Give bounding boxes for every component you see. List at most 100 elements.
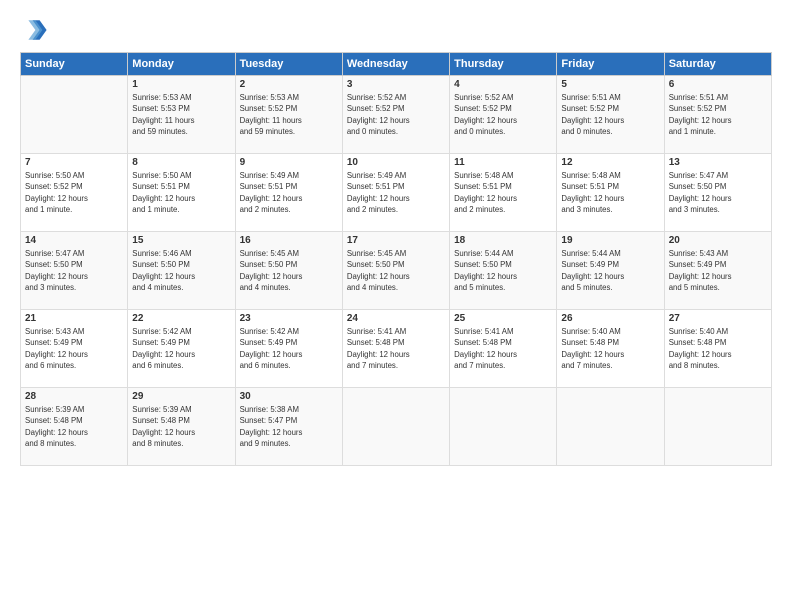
day-number: 10: [347, 157, 445, 168]
day-number: 26: [561, 313, 659, 324]
day-info: Sunrise: 5:43 AM Sunset: 5:49 PM Dayligh…: [669, 248, 767, 293]
day-info: Sunrise: 5:47 AM Sunset: 5:50 PM Dayligh…: [669, 170, 767, 215]
day-cell: 18Sunrise: 5:44 AM Sunset: 5:50 PM Dayli…: [450, 232, 557, 310]
day-cell: 27 Sunrise: 5:40 AM Sunset: 5:48 PM Dayli…: [664, 310, 771, 388]
day-number: 1: [132, 79, 230, 90]
day-cell: 7 Sunrise: 5:50 AM Sunset: 5:52 PM Daylig…: [21, 154, 128, 232]
day-info: Sunrise: 5:47 AM Sunset: 5:50 PM Dayligh…: [25, 248, 123, 293]
day-number: 2: [240, 79, 338, 90]
day-number: 14: [25, 235, 123, 246]
day-cell: 1 Sunrise: 5:53 AM Sunset: 5:53 PM Daylig…: [128, 76, 235, 154]
day-info: Sunrise: 5:44 AM Sunset: 5:50 PM Dayligh…: [454, 248, 552, 293]
day-info: Sunrise: 5:52 AM Sunset: 5:52 PM Dayligh…: [454, 92, 552, 137]
day-info: Sunrise: 5:46 AM Sunset: 5:50 PM Dayligh…: [132, 248, 230, 293]
day-info: Sunrise: 5:44 AM Sunset: 5:49 PM Dayligh…: [561, 248, 659, 293]
day-info: Sunrise: 5:39 AM Sunset: 5:48 PM Dayligh…: [25, 404, 123, 449]
day-cell: 26Sunrise: 5:40 AM Sunset: 5:48 PM Dayli…: [557, 310, 664, 388]
header-cell-saturday: Saturday: [664, 53, 771, 76]
day-info: Sunrise: 5:50 AM Sunset: 5:51 PM Dayligh…: [132, 170, 230, 215]
day-number: 21: [25, 313, 123, 324]
day-number: 29: [132, 391, 230, 402]
day-number: 12: [561, 157, 659, 168]
day-cell: 14 Sunrise: 5:47 AM Sunset: 5:50 PM Dayli…: [21, 232, 128, 310]
day-cell: [450, 388, 557, 466]
day-cell: 16 Sunrise: 5:45 AM Sunset: 5:50 PM Dayli…: [235, 232, 342, 310]
day-cell: 15 Sunrise: 5:46 AM Sunset: 5:50 PM Dayli…: [128, 232, 235, 310]
day-cell: 9Sunrise: 5:49 AM Sunset: 5:51 PM Daylig…: [235, 154, 342, 232]
day-cell: 6 Sunrise: 5:51 AM Sunset: 5:52 PM Daylig…: [664, 76, 771, 154]
header-cell-friday: Friday: [557, 53, 664, 76]
logo: [20, 16, 52, 44]
day-info: Sunrise: 5:53 AM Sunset: 5:52 PM Dayligh…: [240, 92, 338, 137]
header-cell-monday: Monday: [128, 53, 235, 76]
day-number: 9: [240, 157, 338, 168]
day-cell: 10 Sunrise: 5:49 AM Sunset: 5:51 PM Dayli…: [342, 154, 449, 232]
day-info: Sunrise: 5:49 AM Sunset: 5:51 PM Dayligh…: [347, 170, 445, 215]
week-row-1: 1 Sunrise: 5:53 AM Sunset: 5:53 PM Daylig…: [21, 76, 772, 154]
day-info: Sunrise: 5:51 AM Sunset: 5:52 PM Dayligh…: [669, 92, 767, 137]
day-number: 16: [240, 235, 338, 246]
day-number: 23: [240, 313, 338, 324]
day-cell: 23 Sunrise: 5:42 AM Sunset: 5:49 PM Dayli…: [235, 310, 342, 388]
day-info: Sunrise: 5:40 AM Sunset: 5:48 PM Dayligh…: [669, 326, 767, 371]
day-info: Sunrise: 5:42 AM Sunset: 5:49 PM Dayligh…: [240, 326, 338, 371]
week-row-2: 7 Sunrise: 5:50 AM Sunset: 5:52 PM Daylig…: [21, 154, 772, 232]
day-info: Sunrise: 5:45 AM Sunset: 5:50 PM Dayligh…: [240, 248, 338, 293]
day-cell: 5Sunrise: 5:51 AM Sunset: 5:52 PM Daylig…: [557, 76, 664, 154]
day-info: Sunrise: 5:42 AM Sunset: 5:49 PM Dayligh…: [132, 326, 230, 371]
day-cell: 21 Sunrise: 5:43 AM Sunset: 5:49 PM Dayli…: [21, 310, 128, 388]
day-info: Sunrise: 5:48 AM Sunset: 5:51 PM Dayligh…: [454, 170, 552, 215]
day-number: 19: [561, 235, 659, 246]
day-number: 20: [669, 235, 767, 246]
day-number: 13: [669, 157, 767, 168]
day-info: Sunrise: 5:45 AM Sunset: 5:50 PM Dayligh…: [347, 248, 445, 293]
day-number: 3: [347, 79, 445, 90]
day-cell: 17 Sunrise: 5:45 AM Sunset: 5:50 PM Dayli…: [342, 232, 449, 310]
day-info: Sunrise: 5:39 AM Sunset: 5:48 PM Dayligh…: [132, 404, 230, 449]
day-number: 27: [669, 313, 767, 324]
day-number: 11: [454, 157, 552, 168]
day-cell: 19 Sunrise: 5:44 AM Sunset: 5:49 PM Dayli…: [557, 232, 664, 310]
week-row-4: 21 Sunrise: 5:43 AM Sunset: 5:49 PM Dayli…: [21, 310, 772, 388]
week-row-3: 14 Sunrise: 5:47 AM Sunset: 5:50 PM Dayli…: [21, 232, 772, 310]
day-cell: 22 Sunrise: 5:42 AM Sunset: 5:49 PM Dayli…: [128, 310, 235, 388]
week-row-5: 28 Sunrise: 5:39 AM Sunset: 5:48 PM Dayli…: [21, 388, 772, 466]
day-cell: [342, 388, 449, 466]
header-cell-thursday: Thursday: [450, 53, 557, 76]
day-info: Sunrise: 5:52 AM Sunset: 5:52 PM Dayligh…: [347, 92, 445, 137]
day-info: Sunrise: 5:48 AM Sunset: 5:51 PM Dayligh…: [561, 170, 659, 215]
day-number: 30: [240, 391, 338, 402]
calendar-table: SundayMondayTuesdayWednesdayThursdayFrid…: [20, 52, 772, 466]
header-cell-tuesday: Tuesday: [235, 53, 342, 76]
day-cell: 25 Sunrise: 5:41 AM Sunset: 5:48 PM Dayli…: [450, 310, 557, 388]
day-number: 25: [454, 313, 552, 324]
day-cell: 11 Sunrise: 5:48 AM Sunset: 5:51 PM Dayli…: [450, 154, 557, 232]
logo-icon: [20, 16, 48, 44]
day-cell: [557, 388, 664, 466]
day-cell: 3 Sunrise: 5:52 AM Sunset: 5:52 PM Daylig…: [342, 76, 449, 154]
day-number: 17: [347, 235, 445, 246]
day-info: Sunrise: 5:41 AM Sunset: 5:48 PM Dayligh…: [347, 326, 445, 371]
day-number: 15: [132, 235, 230, 246]
day-cell: 8Sunrise: 5:50 AM Sunset: 5:51 PM Daylig…: [128, 154, 235, 232]
day-number: 28: [25, 391, 123, 402]
day-cell: 13 Sunrise: 5:47 AM Sunset: 5:50 PM Dayli…: [664, 154, 771, 232]
day-number: 6: [669, 79, 767, 90]
day-number: 22: [132, 313, 230, 324]
header-row: SundayMondayTuesdayWednesdayThursdayFrid…: [21, 53, 772, 76]
day-info: Sunrise: 5:41 AM Sunset: 5:48 PM Dayligh…: [454, 326, 552, 371]
day-info: Sunrise: 5:50 AM Sunset: 5:52 PM Dayligh…: [25, 170, 123, 215]
header-cell-sunday: Sunday: [21, 53, 128, 76]
day-cell: 2 Sunrise: 5:53 AM Sunset: 5:52 PM Daylig…: [235, 76, 342, 154]
day-number: 4: [454, 79, 552, 90]
header-cell-wednesday: Wednesday: [342, 53, 449, 76]
day-cell: [21, 76, 128, 154]
day-info: Sunrise: 5:43 AM Sunset: 5:49 PM Dayligh…: [25, 326, 123, 371]
day-info: Sunrise: 5:38 AM Sunset: 5:47 PM Dayligh…: [240, 404, 338, 449]
day-cell: 29 Sunrise: 5:39 AM Sunset: 5:48 PM Dayli…: [128, 388, 235, 466]
day-number: 7: [25, 157, 123, 168]
page: SundayMondayTuesdayWednesdayThursdayFrid…: [0, 0, 792, 612]
day-info: Sunrise: 5:51 AM Sunset: 5:52 PM Dayligh…: [561, 92, 659, 137]
day-number: 24: [347, 313, 445, 324]
day-info: Sunrise: 5:53 AM Sunset: 5:53 PM Dayligh…: [132, 92, 230, 137]
